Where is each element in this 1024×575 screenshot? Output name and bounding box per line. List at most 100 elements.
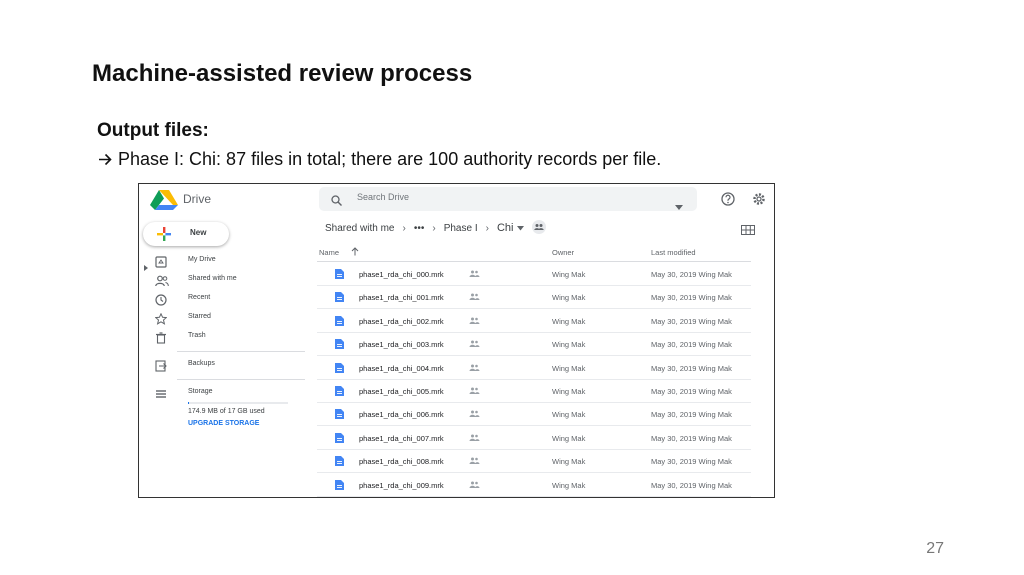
slide-title: Machine-assisted review process	[92, 60, 473, 87]
file-name[interactable]: phase1_rda_chi_004.mrk	[359, 364, 444, 373]
drive-app-name: Drive	[183, 192, 212, 206]
shared-people-icon	[469, 340, 480, 349]
page-number: 27	[926, 540, 944, 557]
file-owner: Wing Mak	[552, 457, 586, 467]
search-icon[interactable]	[331, 193, 342, 211]
file-last-modified: May 30, 2019 Wing Mak	[651, 457, 732, 467]
gear-icon[interactable]	[752, 192, 766, 211]
output-files-heading: Output files:	[97, 120, 209, 141]
file-owner: Wing Mak	[552, 293, 586, 303]
file-owner: Wing Mak	[552, 316, 586, 326]
document-file-icon	[335, 339, 344, 351]
sidebar-item-trash[interactable]: Trash	[139, 328, 307, 346]
sidebar-item-starred[interactable]: Starred	[139, 309, 307, 327]
file-name[interactable]: phase1_rda_chi_001.mrk	[359, 293, 444, 302]
document-file-icon	[335, 479, 344, 492]
file-name[interactable]: phase1_rda_chi_003.mrk	[359, 340, 444, 349]
sidebar-item-label: Storage	[188, 388, 213, 395]
new-button-label: New	[190, 228, 207, 237]
drive-logo-icon[interactable]	[150, 190, 178, 215]
document-file-icon	[335, 315, 344, 328]
document-file-icon	[335, 292, 344, 304]
file-name[interactable]: phase1_rda_chi_009.mrk	[359, 481, 444, 490]
file-name[interactable]: phase1_rda_chi_006.mrk	[359, 410, 444, 419]
file-row[interactable]: phase1_rda_chi_008.mrk Wing Mak May 30, 20…	[317, 449, 751, 474]
breadcrumb-current-folder[interactable]: Chi	[497, 222, 514, 234]
shared-people-icon	[469, 410, 480, 419]
shared-people-icon	[469, 317, 480, 326]
sidebar-item-storage[interactable]: Storage	[139, 384, 307, 402]
file-last-modified: May 30, 2019 Wing Mak	[651, 270, 732, 279]
new-button[interactable]: New	[143, 222, 229, 246]
file-owner: Wing Mak	[552, 387, 586, 396]
column-owner-header[interactable]: Owner	[552, 248, 574, 257]
arrow-right-icon	[98, 152, 113, 167]
sidebar-item-label: Shared with me	[188, 275, 237, 282]
file-row[interactable]: phase1_rda_chi_007.mrk Wing Mak May 30, 20…	[317, 426, 751, 450]
shared-folder-icon	[530, 219, 548, 237]
file-last-modified: May 30, 2019 Wing Mak	[651, 433, 732, 443]
storage-bar	[188, 402, 288, 404]
file-name[interactable]: phase1_rda_chi_005.mrk	[359, 387, 444, 396]
sidebar-item-shared-with-me[interactable]: Shared with me	[139, 271, 307, 289]
file-row[interactable]: phase1_rda_chi_005.mrk Wing Mak May 30, 20…	[317, 379, 751, 403]
sidebar-divider	[177, 379, 305, 380]
sidebar-item-recent[interactable]: Recent	[139, 290, 307, 308]
file-owner: Wing Mak	[552, 480, 586, 490]
upgrade-storage-link[interactable]: UPGRADE STORAGE	[188, 420, 259, 427]
search-input[interactable]: Search Drive	[357, 192, 409, 202]
shared-people-icon	[469, 293, 480, 302]
grid-view-icon[interactable]	[741, 222, 755, 240]
breadcrumb-separator: ›	[485, 222, 489, 234]
file-row[interactable]: phase1_rda_chi_003.mrk Wing Mak May 30, 20…	[317, 332, 751, 357]
bullet-text: Phase I: Chi: 87 files in total; there a…	[118, 149, 662, 169]
bullet-line: Phase I: Chi: 87 files in total; there a…	[98, 149, 661, 170]
drive-topbar: Drive Search Drive	[139, 184, 774, 214]
column-name-header[interactable]: Name	[319, 248, 339, 257]
sidebar-item-label: Starred	[188, 313, 211, 320]
storage-used-text: 174.9 MB of 17 GB used	[188, 408, 265, 415]
breadcrumb: Shared with me › ••• › Phase I › Chi	[325, 219, 548, 237]
file-last-modified: May 30, 2019 Wing Mak	[651, 293, 732, 303]
document-file-icon	[335, 432, 344, 445]
sidebar-item-backups[interactable]: Backups	[139, 356, 307, 374]
search-box[interactable]: Search Drive	[319, 187, 697, 211]
help-icon[interactable]	[721, 192, 735, 211]
trash-icon	[155, 331, 167, 349]
file-name[interactable]: phase1_rda_chi_000.mrk	[359, 270, 444, 279]
file-row[interactable]: phase1_rda_chi_006.mrk Wing Mak May 30, 20…	[317, 402, 751, 427]
sort-arrow-up-icon[interactable]	[351, 247, 359, 258]
shared-people-icon	[469, 387, 480, 396]
file-row[interactable]: phase1_rda_chi_004.mrk Wing Mak May 30, 20…	[317, 356, 751, 380]
file-last-modified: May 30, 2019 Wing Mak	[651, 410, 732, 420]
file-owner: Wing Mak	[552, 410, 586, 420]
breadcrumb-phase-i[interactable]: Phase I	[444, 223, 478, 234]
breadcrumb-shared-with-me[interactable]: Shared with me	[325, 223, 394, 234]
backup-icon	[155, 359, 167, 377]
file-row[interactable]: phase1_rda_chi_002.mrk Wing Mak May 30, 20…	[317, 309, 751, 333]
shared-people-icon	[469, 270, 480, 279]
file-row[interactable]: phase1_rda_chi_000.mrk Wing Mak May 30, 20…	[317, 262, 751, 286]
file-name[interactable]: phase1_rda_chi_002.mrk	[359, 317, 444, 326]
document-file-icon	[335, 409, 344, 421]
file-list-header: Name Owner Last modified	[317, 242, 751, 262]
file-last-modified: May 30, 2019 Wing Mak	[651, 363, 732, 373]
file-owner: Wing Mak	[552, 270, 586, 279]
column-modified-header[interactable]: Last modified	[651, 248, 696, 257]
sidebar-item-label: My Drive	[188, 256, 216, 263]
file-owner: Wing Mak	[552, 433, 586, 443]
sidebar-item-label: Trash	[188, 332, 206, 339]
shared-people-icon	[469, 457, 480, 466]
sidebar-item-my-drive[interactable]: My Drive	[139, 252, 307, 271]
search-options-icon[interactable]	[675, 197, 683, 215]
breadcrumb-ellipsis[interactable]: •••	[414, 223, 425, 234]
chevron-down-icon[interactable]	[517, 223, 525, 234]
file-row[interactable]: phase1_rda_chi_001.mrk Wing Mak May 30, 20…	[317, 285, 751, 310]
sidebar-item-label: Recent	[188, 294, 211, 301]
storage-bar-fill	[188, 402, 189, 404]
sidebar-item-label: Backups	[188, 360, 215, 367]
file-name[interactable]: phase1_rda_chi_007.mrk	[359, 434, 444, 443]
file-name[interactable]: phase1_rda_chi_008.mrk	[359, 457, 444, 466]
file-last-modified: May 30, 2019 Wing Mak	[651, 480, 732, 490]
file-row[interactable]: phase1_rda_chi_009.mrk Wing Mak May 30, 20…	[317, 473, 751, 497]
